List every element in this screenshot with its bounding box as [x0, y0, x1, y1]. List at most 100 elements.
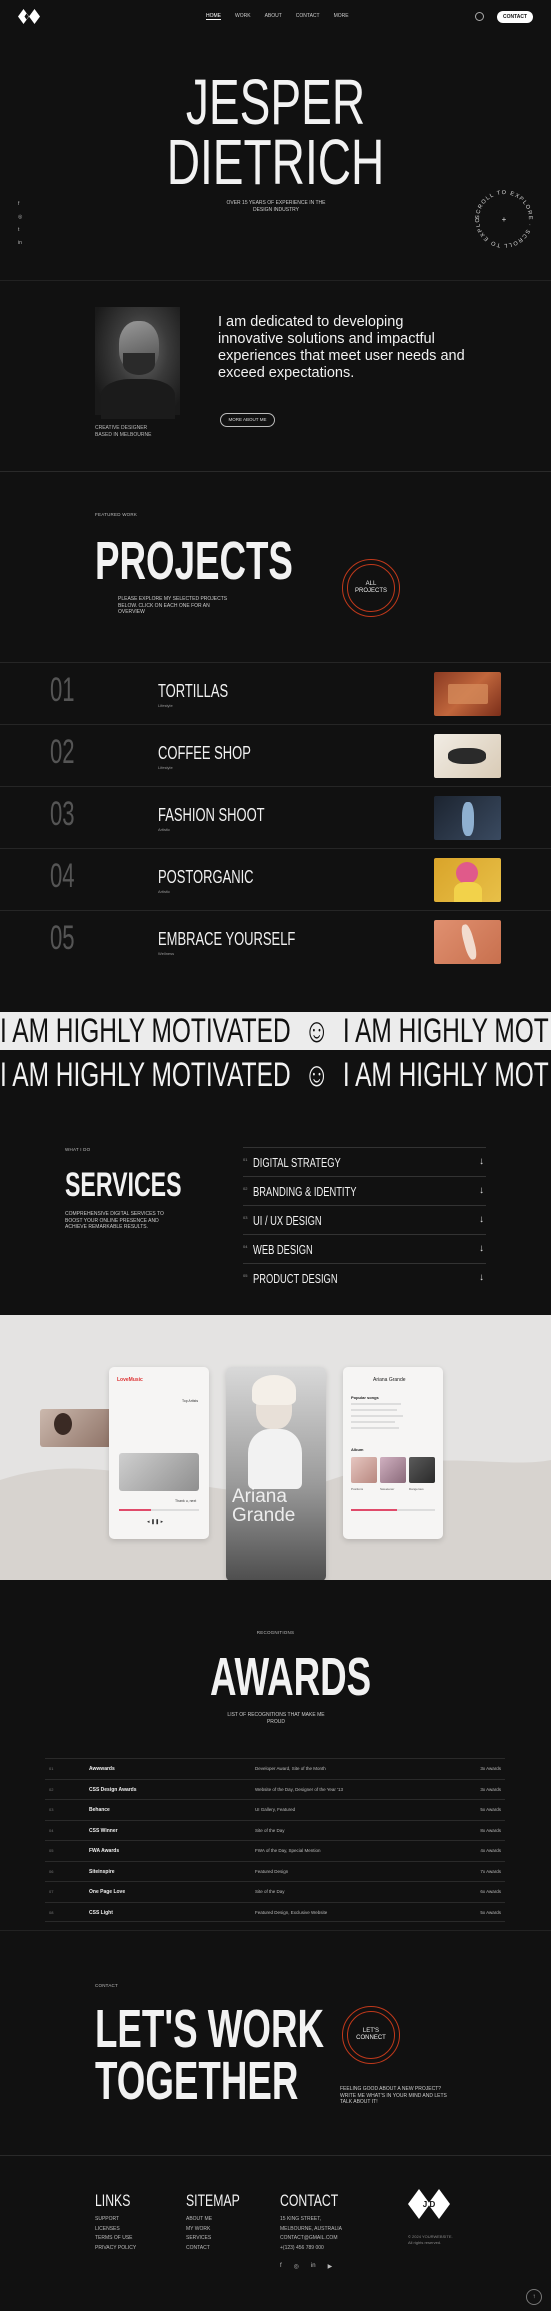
main-nav: HOME WORK ABOUT CONTACT MORE — [206, 13, 349, 20]
album-cover[interactable] — [351, 1457, 377, 1483]
theme-toggle-icon[interactable] — [475, 12, 484, 21]
album-cover[interactable] — [380, 1457, 406, 1483]
service-item[interactable]: 02 BRANDING & IDENTITY ↓ — [243, 1176, 486, 1205]
site-header: HOME WORK ABOUT CONTACT MORE CONTACT — [0, 0, 551, 34]
footer-email[interactable]: CONTACT@GMAIL.COM — [280, 2234, 361, 2244]
service-item[interactable]: 03 UI / UX DESIGN ↓ — [243, 1205, 486, 1234]
service-number: 02 — [243, 1186, 248, 1191]
marquee-band-dark: I AM HIGHLY MOTIVATED ☺ I AM HIGHLY MOTI… — [0, 1056, 551, 1094]
project-thumbnail[interactable] — [434, 672, 501, 716]
projects-header: FEATURED WORK PROJECTS PLEASE EXPLORE MY… — [0, 472, 551, 662]
award-count: 5x Awards — [480, 1909, 501, 1915]
footer-link-licenses[interactable]: LICENSES — [95, 2225, 144, 2235]
arrow-down-icon: ↓ — [479, 1243, 484, 1254]
scroll-to-top-icon[interactable]: ↑ — [526, 2289, 542, 2305]
service-item[interactable]: 04 WEB DESIGN ↓ — [243, 1234, 486, 1263]
contact-button[interactable]: CONTACT — [497, 11, 533, 23]
tab-top-artists[interactable]: Top Artists — [182, 1399, 198, 1403]
nav-about[interactable]: ABOUT — [265, 13, 282, 20]
project-thumbnail[interactable] — [434, 920, 501, 964]
award-name: CSS Light — [89, 1909, 113, 1916]
contact-title: LET'S WORK TOGETHER — [95, 1999, 325, 2108]
logo-icon[interactable] — [18, 9, 40, 24]
service-item[interactable]: 05 PRODUCT DESIGN ↓ — [243, 1263, 486, 1292]
artist-name-line1: Ariana — [232, 1486, 287, 1507]
artist-name-small: Ariana Grande — [373, 1377, 406, 1383]
service-label: DIGITAL STRATEGY — [253, 1155, 341, 1170]
award-count: 6x Awards — [480, 1889, 501, 1894]
contact-title-line1: LET'S WORK — [95, 1999, 325, 2059]
awards-title: AWARDS — [210, 1647, 372, 1707]
copyright-line2: All rights reserved. — [408, 2240, 442, 2245]
footer-link-terms[interactable]: TERMS OF USE — [95, 2234, 144, 2244]
facebook-icon[interactable]: f — [18, 201, 22, 207]
services-list: 01 DIGITAL STRATEGY ↓ 02 BRANDING & IDEN… — [243, 1147, 486, 1292]
photo-card — [40, 1409, 118, 1447]
app-name: LoveMusic — [117, 1377, 143, 1383]
awards-table: 01 Awwwards Developer Award, Site of the… — [45, 1758, 505, 1922]
instagram-icon[interactable]: ◎ — [294, 2263, 299, 2270]
award-count: 4x Awards — [480, 1848, 501, 1853]
award-count: 3x Awards — [480, 1766, 501, 1771]
facebook-icon[interactable]: f — [280, 2263, 282, 2270]
nav-more[interactable]: MORE — [334, 13, 349, 20]
service-label: BRANDING & IDENTITY — [253, 1184, 357, 1199]
project-list: 01 TORTILLAS Lifestyle 02 COFFEE SHOP Li… — [0, 662, 551, 974]
award-count: 5x Awards — [480, 1807, 501, 1812]
projects-title: PROJECTS — [95, 531, 293, 591]
footer-sitemap-contact[interactable]: CONTACT — [186, 2244, 261, 2254]
footer-sitemap-services[interactable]: SERVICES — [186, 2234, 261, 2244]
footer-sitemap-work[interactable]: MY WORK — [186, 2225, 261, 2235]
award-name: One Page Love — [89, 1889, 126, 1895]
lets-connect-button[interactable]: LET'S CONNECT — [342, 2006, 400, 2064]
award-number: 03 — [49, 1807, 54, 1812]
award-count: 7x Awards — [480, 1868, 501, 1874]
site-footer: LINKS SUPPORT LICENSES TERMS OF USE PRIV… — [0, 2155, 551, 2311]
scroll-to-explore-badge[interactable]: SCROLL TO EXPLORE · SCROLL TO EXPLORE · … — [473, 188, 535, 250]
twitter-icon[interactable]: t — [18, 227, 22, 233]
project-row[interactable]: 04 POSTORGANIC Artistic — [0, 848, 551, 910]
footer-link-support[interactable]: SUPPORT — [95, 2215, 144, 2225]
footer-logo-icon[interactable]: J D — [408, 2189, 450, 2219]
linkedin-icon[interactable]: in — [311, 2263, 316, 2270]
project-category: Lifestyle — [158, 703, 173, 708]
project-number: 01 — [50, 671, 75, 709]
award-number: 04 — [49, 1827, 54, 1833]
award-row: 07 One Page Love Site of the Day 6x Awar… — [45, 1881, 505, 1902]
all-projects-button[interactable]: ALL PROJECTS — [342, 559, 400, 617]
award-number: 02 — [49, 1786, 54, 1792]
footer-link-privacy[interactable]: PRIVACY POLICY — [95, 2244, 144, 2254]
project-row[interactable]: 02 COFFEE SHOP Lifestyle — [0, 724, 551, 786]
award-row: 06 Siteinspire Featured Design 7x Awards — [45, 1860, 505, 1882]
project-row[interactable]: 01 TORTILLAS Lifestyle — [0, 662, 551, 724]
project-thumbnail[interactable] — [434, 858, 501, 902]
service-item[interactable]: 01 DIGITAL STRATEGY ↓ — [243, 1147, 486, 1176]
project-thumbnail[interactable] — [434, 734, 501, 778]
award-detail: FWA of the Day, Special Mention — [255, 1848, 321, 1853]
album-cover[interactable] — [409, 1457, 435, 1483]
award-row: 04 CSS Winner Site of the Day 8x Awards — [45, 1819, 505, 1841]
footer-sitemap-about[interactable]: ABOUT ME — [186, 2215, 261, 2225]
youtube-icon[interactable]: ▶ — [328, 2263, 333, 2270]
nav-home[interactable]: HOME — [206, 13, 221, 20]
award-number: 05 — [49, 1848, 54, 1853]
instagram-icon[interactable]: ◎ — [18, 214, 22, 220]
award-name: Awwwards — [89, 1766, 115, 1772]
marquee-text: I AM HIGHLY MOTIVATED — [342, 1056, 551, 1094]
more-about-me-button[interactable]: MORE ABOUT ME — [220, 413, 275, 427]
linkedin-icon[interactable]: in — [18, 240, 22, 246]
project-thumbnail[interactable] — [434, 796, 501, 840]
service-label: PRODUCT DESIGN — [253, 1271, 338, 1286]
projects-description: PLEASE EXPLORE MY SELECTED PROJECTS BELO… — [118, 596, 228, 615]
contact-eyebrow: CONTACT — [95, 1983, 118, 1988]
award-count: 3x Awards — [480, 1786, 501, 1792]
nav-contact[interactable]: CONTACT — [296, 13, 320, 20]
footer-contact: CONTACT 15 KING STREET, MELBOURNE, AUSTR… — [280, 2191, 361, 2253]
player-controls-icon[interactable]: ◂ ❚❚ ▸ — [147, 1519, 163, 1525]
arrow-down-icon: ↓ — [479, 1272, 484, 1283]
nav-work[interactable]: WORK — [235, 13, 251, 20]
project-row[interactable]: 05 EMBRACE YOURSELF Wellness — [0, 910, 551, 972]
artist-name-line2: Grande — [232, 1505, 296, 1526]
project-row[interactable]: 03 FASHION SHOOT Artistic — [0, 786, 551, 848]
footer-phone[interactable]: +(123) 456 789 000 — [280, 2244, 361, 2254]
